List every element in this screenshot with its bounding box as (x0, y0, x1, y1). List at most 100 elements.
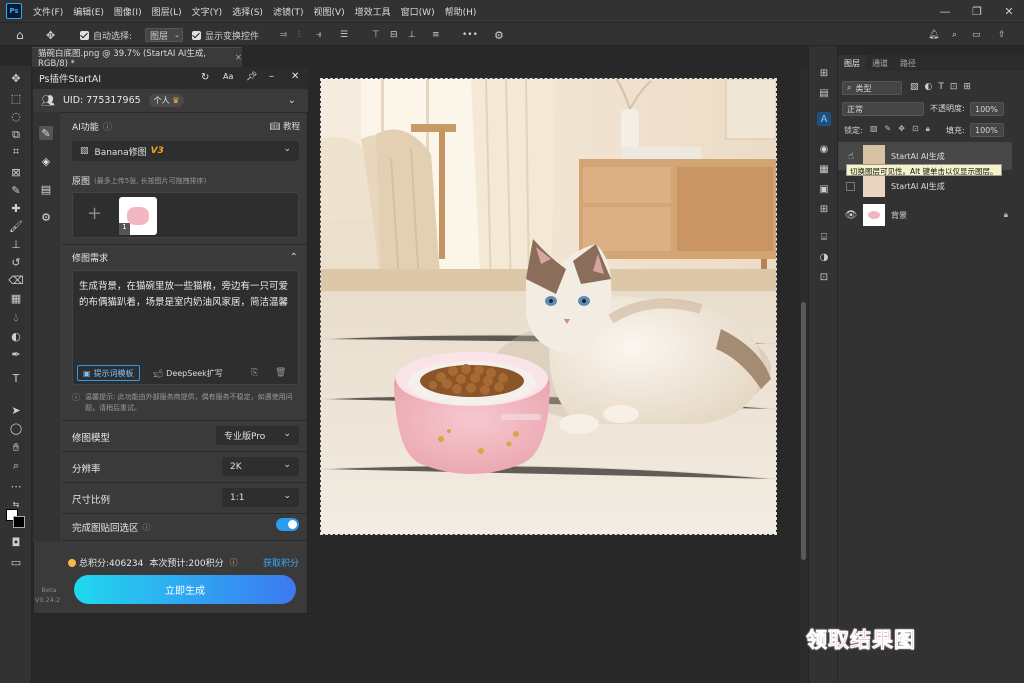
tab-channels[interactable]: 通道 (866, 55, 894, 71)
align-top-icon[interactable]: ⊤ (372, 28, 380, 42)
resolution-dropdown[interactable]: 2K ⌄ (222, 457, 299, 476)
menu-view[interactable]: 视图(V) (308, 5, 349, 18)
dodge-icon[interactable]: ◐ (8, 328, 24, 344)
libraries-icon[interactable]: ⌸ (817, 230, 831, 244)
eye-icon[interactable]: 👁︎ (844, 210, 858, 221)
tab-layers[interactable]: 图层 (838, 55, 866, 71)
search-icon[interactable]: ⌕ (952, 28, 957, 42)
eraser-icon[interactable]: ⌫ (8, 272, 24, 288)
crop-icon[interactable]: ⌗ (8, 144, 24, 160)
blur-icon[interactable]: 💧︎ (8, 310, 24, 326)
edit-brush-icon[interactable]: ✎ (39, 126, 53, 140)
menu-filter[interactable]: 滤镜(T) (268, 5, 309, 18)
tutorial-link[interactable]: 📖︎ 教程 (269, 120, 300, 132)
info-icon[interactable]: ⓘ (103, 120, 112, 133)
ratio-dropdown[interactable]: 1:1 ⌄ (222, 488, 299, 507)
eyedropper-icon[interactable]: ✎ (8, 182, 24, 198)
stamp-icon[interactable]: ⊥ (8, 236, 24, 252)
healing-icon[interactable]: ✚ (8, 200, 24, 216)
layer-row[interactable]: 👁︎ 背景 🔒︎ (838, 201, 1012, 229)
image-upload-area[interactable]: + 1 (72, 192, 299, 238)
pen-icon[interactable]: ✒ (8, 346, 24, 362)
gradient-icon[interactable]: ▦ (8, 290, 24, 306)
path-select-icon[interactable]: ➤ (8, 402, 24, 418)
menu-window[interactable]: 窗口(W) (396, 5, 440, 18)
chevron-down-icon[interactable]: ⌄ (288, 95, 296, 106)
visibility-hand-icon[interactable]: ☝ (844, 151, 858, 162)
menu-edit[interactable]: 编辑(E) (68, 5, 109, 18)
brush-icon[interactable]: 🖌︎ (8, 218, 24, 234)
layer-filter-dropdown[interactable]: ⌕ 类型 (842, 81, 902, 95)
fill-field[interactable]: 100% (970, 123, 1004, 137)
properties-icon[interactable]: ⊡ (817, 270, 831, 284)
close-tab-icon[interactable]: × (235, 53, 242, 63)
object-select-icon[interactable]: ⧉ (8, 127, 24, 143)
layers-stack-icon[interactable]: ◈ (39, 154, 53, 168)
chevron-up-icon[interactable]: ⌃ (290, 252, 298, 263)
document-icon[interactable]: ▤ (39, 182, 53, 196)
startai-icon[interactable]: A (817, 112, 831, 126)
prompt-template-button[interactable]: ▣ 提示词模板 (77, 365, 140, 381)
color-icon[interactable]: ◉ (817, 142, 831, 156)
bell-icon[interactable]: 🔔︎ (928, 28, 939, 42)
menu-select[interactable]: 选择(S) (227, 5, 268, 18)
auto-select-dropdown[interactable]: 图层 ⌄ (145, 28, 183, 42)
get-points-link[interactable]: 获取积分 (263, 556, 299, 569)
shape-icon[interactable]: ◯ (8, 420, 24, 436)
deepseek-button[interactable]: 🐋︎ DeepSeek扩写 (149, 365, 227, 381)
align-middle-icon[interactable]: ⊟ (390, 28, 398, 42)
menu-type[interactable]: 文字(Y) (187, 5, 228, 18)
hand-icon[interactable]: ✋︎ (8, 440, 24, 456)
model-dropdown[interactable]: 专业版Pro ⌄ (216, 426, 299, 445)
align-bottom-icon[interactable]: ⊥ (408, 28, 416, 42)
menu-file[interactable]: 文件(F) (28, 5, 68, 18)
auto-select-checkbox[interactable]: 自动选择: (80, 28, 132, 42)
home-icon[interactable]: ⌂ (16, 28, 24, 42)
share-icon[interactable]: ⇪ (998, 28, 1006, 42)
menu-plugins[interactable]: 增效工具 (350, 5, 396, 18)
comment-icon[interactable]: ▤ (817, 86, 831, 100)
settings-gear-icon[interactable]: ⚙ (494, 28, 504, 42)
restore-icon[interactable]: ❐ (962, 0, 992, 22)
info-icon[interactable]: ⓘ (143, 522, 151, 533)
refresh-icon[interactable]: ↻ (201, 72, 209, 83)
minimize-icon[interactable]: — (930, 0, 960, 22)
document-tab[interactable]: 猫碗白底图.png @ 39.7% (StartAI AI生成, RGB/8) … (32, 47, 242, 69)
zoom-icon[interactable]: ⌕ (8, 458, 24, 474)
tab-paths[interactable]: 路径 (894, 55, 922, 71)
history-icon[interactable]: ⊞ (817, 66, 831, 80)
lasso-icon[interactable]: ◌ (8, 108, 24, 124)
ai-function-dropdown[interactable]: ▨ Banana修图 V3 ⌄ (72, 141, 299, 161)
pin-icon[interactable]: 📌︎ (246, 72, 257, 82)
close-window-icon[interactable]: ✕ (994, 0, 1024, 22)
more-options-icon[interactable]: ••• (462, 28, 478, 42)
requirement-header[interactable]: 修图需求 ⌃ (72, 251, 300, 264)
marquee-icon[interactable]: ⬚ (8, 90, 24, 106)
opacity-field[interactable]: 100% (970, 102, 1004, 116)
lock-icons[interactable]: ▨✎✥⊡🔒︎ (870, 124, 937, 134)
menu-image[interactable]: 图像(I) (109, 5, 147, 18)
minimize-panel-icon[interactable]: – (269, 71, 274, 82)
move-icon[interactable]: ✥ (8, 70, 24, 86)
patterns-icon[interactable]: ⊞ (817, 202, 831, 216)
type-icon[interactable]: T (8, 370, 24, 386)
history-brush-icon[interactable]: ↺ (8, 254, 24, 270)
align-right-icon[interactable]: ⫣ (316, 28, 321, 42)
screen-mode-icon[interactable]: ▭ (8, 554, 24, 570)
close-panel-icon[interactable]: ✕ (291, 71, 299, 82)
plugin-settings-icon[interactable]: ⚙ (39, 210, 53, 224)
visibility-toggle[interactable] (846, 181, 855, 191)
add-image-icon[interactable]: + (87, 203, 102, 224)
gradients-icon[interactable]: ▣ (817, 182, 831, 196)
align-left-icon[interactable]: ⫤ (280, 28, 287, 42)
blend-mode-dropdown[interactable]: 正常 (842, 102, 924, 116)
scrollbar-thumb[interactable] (801, 302, 806, 560)
distribute-vertical-icon[interactable]: ≡ (432, 28, 440, 42)
frame-icon[interactable]: ⊠ (8, 164, 24, 180)
info-icon[interactable]: ⓘ (230, 557, 238, 568)
swatches-icon[interactable]: ▦ (817, 162, 831, 176)
menu-layer[interactable]: 图层(L) (147, 5, 187, 18)
move-tool-icon[interactable]: ✥ (46, 28, 55, 42)
generate-button[interactable]: 立即生成 (74, 575, 296, 604)
paste-back-toggle[interactable] (276, 518, 299, 531)
